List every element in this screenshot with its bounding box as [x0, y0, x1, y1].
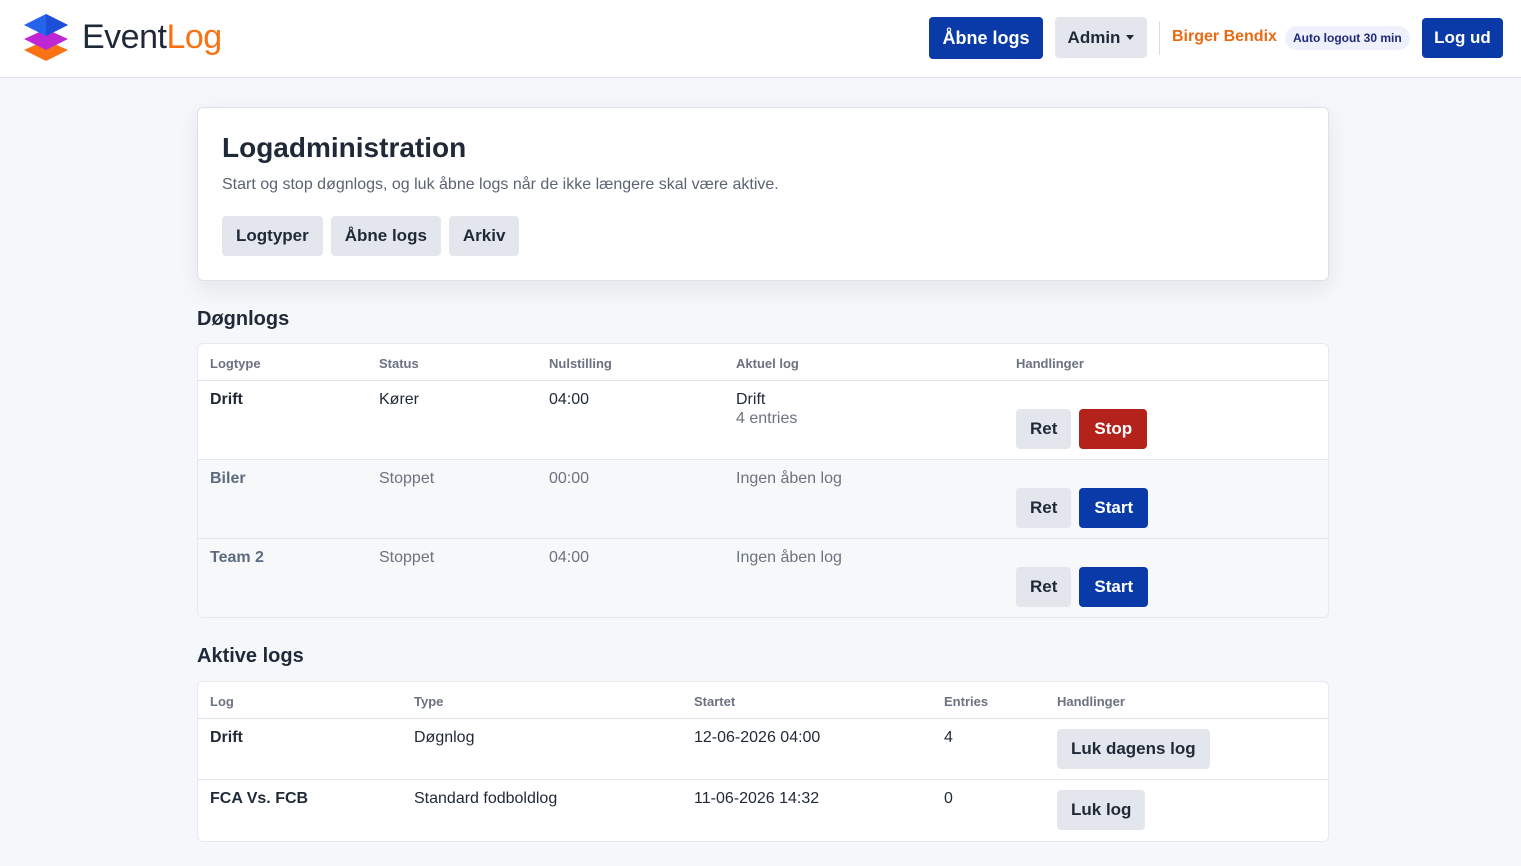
- log-type-cell: Standard fodboldlog: [414, 790, 558, 807]
- brand-logo[interactable]: EventLog: [22, 12, 222, 62]
- stop-button[interactable]: Stop: [1079, 409, 1148, 449]
- row-actions: Luk dagens log: [1057, 729, 1210, 769]
- daily-logs-table: Logtype Status Nulstilling Aktuel log Ha…: [197, 343, 1329, 618]
- started-cell: 11-06-2026 14:32: [694, 790, 820, 807]
- log-name-cell: FCA Vs. FCB: [210, 790, 309, 807]
- table-row: Drift Døgnlog 12-06-2026 04:00 4 Luk dag…: [198, 719, 1328, 780]
- logout-button[interactable]: Log ud: [1422, 18, 1503, 58]
- status-cell: Stoppet: [379, 549, 435, 566]
- tab-open-logs[interactable]: Åbne logs: [330, 216, 441, 256]
- admin-menu-button[interactable]: Admin: [1055, 17, 1147, 58]
- admin-menu-label: Admin: [1067, 27, 1121, 47]
- entries-cell: 4: [944, 729, 953, 746]
- current-log-cell: Drift 4 entries: [736, 391, 797, 428]
- column-header: Handlinger: [1016, 356, 1084, 371]
- row-actions: Ret Stop: [1016, 409, 1148, 449]
- column-header: Logtype: [210, 356, 261, 371]
- column-header: Nulstilling: [549, 356, 612, 371]
- table-row: FCA Vs. FCB Standard fodboldlog 11-06-20…: [198, 780, 1328, 841]
- started-cell: 12-06-2026 04:00: [694, 729, 821, 746]
- start-button[interactable]: Start: [1079, 567, 1149, 607]
- row-actions: Ret Start: [1016, 488, 1149, 528]
- tab-logtyper[interactable]: Logtyper: [222, 216, 323, 256]
- edit-button[interactable]: Ret: [1016, 567, 1072, 607]
- status-cell: Kører: [379, 391, 419, 408]
- auto-logout-badge: Auto logout 30 min: [1285, 26, 1410, 50]
- log-type-cell: Døgnlog: [414, 729, 475, 746]
- layers-logo-icon: [24, 14, 68, 61]
- tab-archive[interactable]: Arkiv: [448, 216, 520, 256]
- edit-button[interactable]: Ret: [1016, 409, 1072, 449]
- close-log-button[interactable]: Luk log: [1057, 790, 1146, 830]
- current-log-cell: Ingen åben log: [736, 549, 842, 566]
- user-name: Birger Bendix: [1172, 28, 1277, 45]
- active-logs-table: Log Type Startet Entries Handlinger Drif…: [197, 681, 1329, 842]
- caret-down-icon: [1126, 35, 1135, 40]
- table-row: Biler Stoppet 00:00 Ingen åben log Ret S…: [198, 460, 1328, 539]
- reset-cell: 00:00: [549, 470, 590, 487]
- table-header: Log Type Startet Entries Handlinger: [198, 682, 1328, 719]
- column-header: Handlinger: [1057, 694, 1125, 709]
- active-logs-heading: Aktive logs: [197, 645, 304, 667]
- column-header: Status: [379, 356, 419, 371]
- open-logs-button[interactable]: Åbne logs: [929, 17, 1043, 59]
- current-log-entries: 4 entries: [736, 410, 798, 427]
- column-header: Aktuel log: [736, 356, 799, 371]
- column-header: Log: [210, 694, 234, 709]
- edit-button[interactable]: Ret: [1016, 488, 1072, 528]
- entries-cell: 0: [944, 790, 953, 807]
- table-row: Team 2 Stoppet 04:00 Ingen åben log Ret …: [198, 539, 1328, 617]
- logtype-cell: Drift: [210, 391, 243, 408]
- brand-name: EventLog: [82, 18, 222, 56]
- log-name-cell: Drift: [210, 729, 243, 746]
- daily-logs-heading: Døgnlogs: [197, 308, 290, 330]
- column-header: Type: [414, 694, 444, 709]
- column-header: Startet: [694, 694, 736, 709]
- page-description: Start og stop døgnlogs, og luk åbne logs…: [222, 176, 779, 193]
- reset-cell: 04:00: [549, 391, 590, 408]
- reset-cell: 04:00: [549, 549, 590, 566]
- close-daily-log-button[interactable]: Luk dagens log: [1057, 729, 1210, 769]
- logtype-cell: Biler: [210, 470, 246, 487]
- table-header: Logtype Status Nulstilling Aktuel log Ha…: [198, 344, 1328, 381]
- current-log-cell: Ingen åben log: [736, 470, 842, 487]
- row-actions: Ret Start: [1016, 567, 1149, 607]
- top-navigation-bar: EventLog Åbne logs Admin Birger Bendix A…: [0, 0, 1521, 78]
- page-title: Logadministration: [222, 132, 467, 163]
- admin-card: Logadministration Start og stop døgnlogs…: [197, 107, 1329, 281]
- table-row: Drift Kører 04:00 Drift 4 entries Ret St…: [198, 381, 1328, 460]
- row-actions: Luk log: [1057, 790, 1146, 830]
- status-cell: Stoppet: [379, 470, 435, 487]
- start-button[interactable]: Start: [1079, 488, 1149, 528]
- logtype-cell: Team 2: [210, 549, 264, 566]
- header-divider: [1159, 21, 1160, 55]
- column-header: Entries: [944, 694, 989, 709]
- admin-tabs: Logtyper Åbne logs Arkiv: [222, 216, 520, 256]
- current-log-name: Drift: [736, 391, 766, 408]
